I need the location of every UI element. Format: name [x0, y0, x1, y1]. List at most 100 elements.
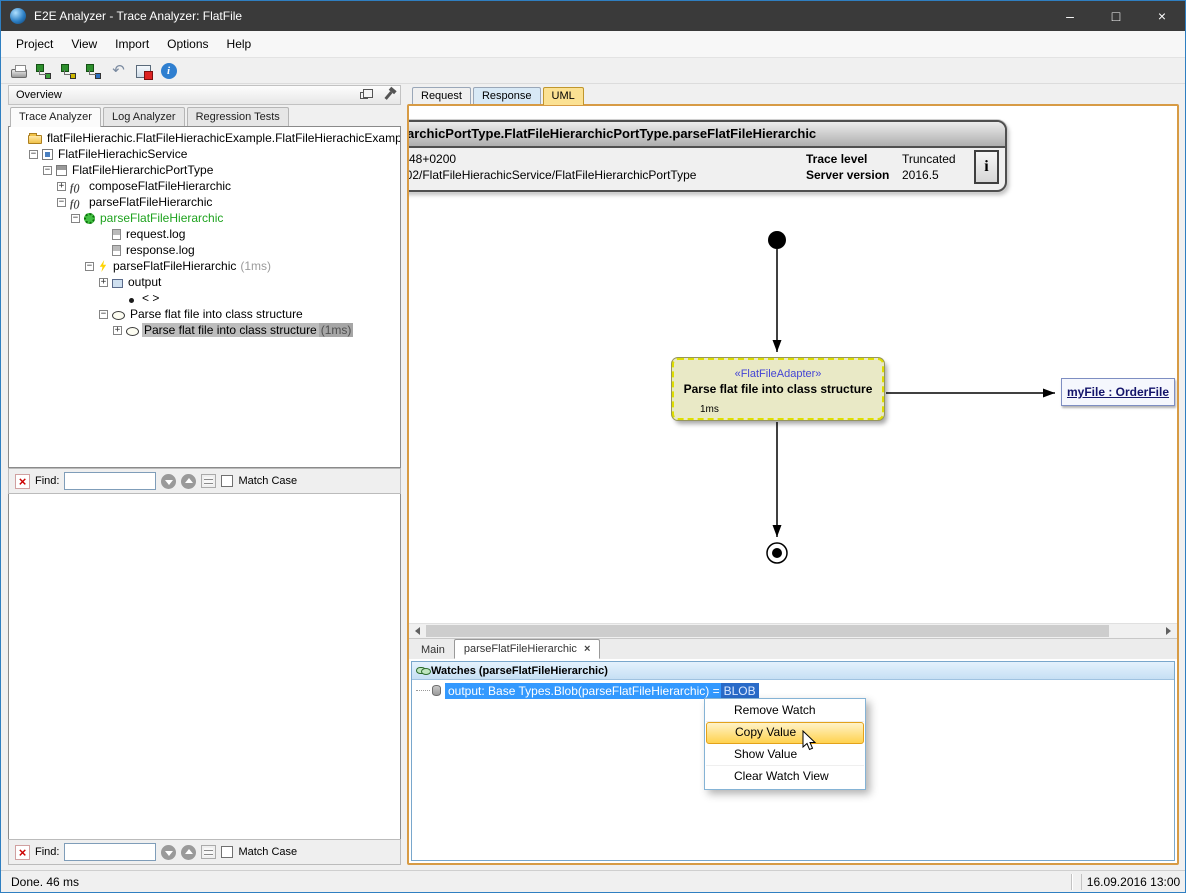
tree-expander[interactable]: − — [99, 310, 108, 319]
menu-item-show-value[interactable]: Show Value — [706, 744, 864, 766]
tab-close-icon[interactable]: × — [584, 643, 590, 655]
tree-expander[interactable]: + — [99, 278, 108, 287]
window-controls: – □ × — [1047, 1, 1185, 31]
tree-item[interactable]: < > — [9, 290, 400, 306]
minimize-button[interactable]: – — [1047, 1, 1093, 31]
printer-icon — [11, 69, 27, 78]
menu-view[interactable]: View — [62, 31, 106, 57]
tree-item[interactable]: − parseFlatFileHierarchic — [9, 210, 400, 226]
minimize-icon: – — [1066, 8, 1074, 24]
import-log-button[interactable] — [82, 60, 105, 82]
tab-regression-tests[interactable]: Regression Tests — [187, 107, 289, 126]
float-panel-button[interactable] — [356, 88, 372, 102]
tab-uml[interactable]: UML — [543, 87, 584, 105]
app-window: E2E Analyzer - Trace Analyzer: FlatFile … — [0, 0, 1186, 893]
uml-header-title: archicPortType.FlatFileHierarchicPortTyp… — [409, 122, 1005, 148]
find-input[interactable] — [64, 472, 156, 490]
tree-expander[interactable]: − — [57, 198, 66, 207]
menu-item-clear-watch-view[interactable]: Clear Watch View — [706, 766, 864, 788]
menu-project[interactable]: Project — [7, 31, 62, 57]
find-input[interactable] — [64, 843, 156, 861]
tab-request[interactable]: Request — [412, 87, 471, 104]
find-close-button[interactable]: × — [15, 474, 30, 489]
tab-trace-analyzer[interactable]: Trace Analyzer — [10, 107, 101, 127]
menu-item-remove-watch[interactable]: Remove Watch — [706, 700, 864, 722]
tree-item[interactable]: − FlatFileHierachicService — [9, 146, 400, 162]
uml-header-box: archicPortType.FlatFileHierarchicPortTyp… — [409, 120, 1007, 192]
tab-main[interactable]: Main — [412, 641, 454, 659]
print-button[interactable] — [7, 60, 30, 82]
tree-expander[interactable]: − — [71, 214, 80, 223]
find-label: Find: — [35, 475, 59, 487]
tree-item[interactable]: − Parse flat file into class structure — [9, 306, 400, 322]
trace-level-value: Truncated — [902, 151, 968, 167]
undo-button[interactable]: ↶ — [107, 60, 130, 82]
uml-canvas[interactable]: archicPortType.FlatFileHierarchicPortTyp… — [409, 106, 1177, 623]
export-button[interactable] — [132, 60, 155, 82]
log-list-panel — [8, 494, 401, 839]
tree-item[interactable]: response.log — [9, 242, 400, 258]
object-node-myfile[interactable]: myFile : OrderFile — [1061, 378, 1175, 406]
pin-panel-button[interactable] — [380, 88, 396, 102]
find-options-button[interactable] — [201, 845, 216, 859]
menu-help[interactable]: Help — [218, 31, 261, 57]
menu-item-copy-value[interactable]: Copy Value — [706, 722, 864, 744]
trace-timestamp: 0:48+0200 — [409, 151, 806, 167]
tree-item[interactable]: − FlatFileHierarchicPortType — [9, 162, 400, 178]
maximize-icon: □ — [1112, 8, 1120, 24]
initial-node[interactable] — [768, 231, 786, 249]
service-icon — [42, 149, 53, 160]
tree-item[interactable]: − parseFlatFileHierarchic (1ms) — [9, 258, 400, 274]
find-options-button[interactable] — [201, 474, 216, 488]
watch-value: BLOB — [721, 683, 759, 699]
find-next-button[interactable] — [161, 845, 176, 860]
uml-header-body: 0:48+0200 302/FlatFileHierachicService/F… — [409, 148, 1005, 186]
document-tab-bar: Main parseFlatFileHierarchic × — [409, 638, 1177, 659]
function-icon — [70, 196, 84, 208]
tree-expander[interactable]: − — [29, 150, 38, 159]
horizontal-scrollbar[interactable] — [409, 623, 1177, 638]
menu-options[interactable]: Options — [158, 31, 217, 57]
import-model-icon — [35, 63, 52, 79]
info-button-toolbar[interactable]: i — [157, 60, 180, 82]
close-button[interactable]: × — [1139, 1, 1185, 31]
status-message: Done. 46 ms — [1, 875, 1071, 889]
tree-expander[interactable]: − — [43, 166, 52, 175]
tree-expander[interactable]: + — [113, 326, 122, 335]
import-model-button[interactable] — [32, 60, 55, 82]
tree-item[interactable]: request.log — [9, 226, 400, 242]
tree-item[interactable]: flatFileHierachic.FlatFileHierachicExamp… — [9, 130, 400, 146]
tree-guide-line — [416, 690, 430, 691]
scroll-right-button[interactable] — [1160, 624, 1177, 638]
import-trace-button[interactable] — [57, 60, 80, 82]
overview-title: Overview — [16, 89, 356, 101]
find-label: Find: — [35, 846, 59, 858]
scrollbar-thumb[interactable] — [426, 625, 1109, 637]
gear-icon — [84, 213, 95, 224]
find-previous-button[interactable] — [181, 845, 196, 860]
tree-item[interactable]: − parseFlatFileHierarchic — [9, 194, 400, 210]
tab-log-analyzer[interactable]: Log Analyzer — [103, 107, 185, 126]
tree-item[interactable]: + composeFlatFileHierarchic — [9, 178, 400, 194]
match-case-checkbox[interactable] — [221, 846, 233, 858]
tab-response[interactable]: Response — [473, 87, 541, 104]
scroll-left-button[interactable] — [409, 624, 426, 638]
activity-node[interactable]: «FlatFileAdapter» Parse flat file into c… — [672, 358, 884, 420]
info-button[interactable]: i — [974, 150, 999, 184]
tree-item[interactable]: + output — [9, 274, 400, 290]
arrow-left-icon — [415, 627, 420, 635]
close-icon: × — [1158, 8, 1166, 24]
tree-expander[interactable]: − — [85, 262, 94, 271]
tree-expander[interactable]: + — [57, 182, 66, 191]
maximize-button[interactable]: □ — [1093, 1, 1139, 31]
find-close-button[interactable]: × — [15, 845, 30, 860]
menu-import[interactable]: Import — [106, 31, 158, 57]
watch-item[interactable]: output: Base Types.Blob(parseFlatFileHie… — [412, 682, 1174, 699]
undo-icon: ↶ — [110, 63, 127, 79]
match-case-checkbox[interactable] — [221, 475, 233, 487]
tab-parse-flat-file-hierarchic[interactable]: parseFlatFileHierarchic × — [454, 639, 601, 659]
bullet-icon — [129, 298, 134, 303]
find-next-button[interactable] — [161, 474, 176, 489]
tree-item[interactable]: + Parse flat file into class structure (… — [9, 322, 400, 338]
find-previous-button[interactable] — [181, 474, 196, 489]
